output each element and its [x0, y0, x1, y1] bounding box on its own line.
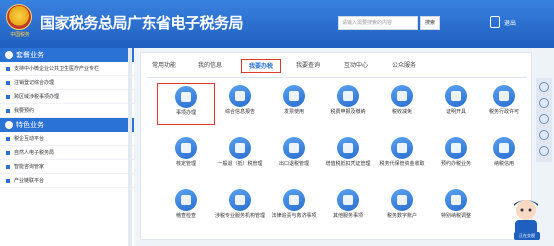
- export-icon: [283, 137, 305, 159]
- tab-my-info[interactable]: 我的信息: [193, 59, 227, 73]
- tile-label: 核定管理: [175, 161, 196, 167]
- phone-icon[interactable]: [539, 98, 549, 108]
- account-icon: [391, 189, 413, 211]
- tile-label: 事项办理: [175, 110, 196, 116]
- feedback-icon[interactable]: [539, 130, 549, 140]
- tile-export-refund[interactable]: 出口退税管理: [265, 135, 323, 177]
- tile-declare-pay[interactable]: 税费申报及缴纳: [319, 83, 377, 125]
- section-title: 特色业务: [16, 121, 44, 129]
- sidebar-item[interactable]: 我要预约: [0, 104, 134, 118]
- tab-query[interactable]: 我要查询: [291, 59, 325, 73]
- invoice-icon: [283, 85, 305, 107]
- voucher-icon: [337, 137, 359, 159]
- tile-legal-relief[interactable]: 法律追责与救济事项: [265, 187, 323, 229]
- gavel-icon: [283, 189, 305, 211]
- chat-icon[interactable]: [539, 82, 549, 92]
- tile-label: 税费申报及缴纳: [330, 109, 366, 115]
- sidebar: 套餐业务 支持中小微企业公共卫生医疗产业专栏 注销登记综合办理 跨区域涉税事项办…: [0, 48, 134, 246]
- license-icon: [493, 85, 515, 107]
- relief-icon: [391, 85, 413, 107]
- tile-refund[interactable]: 一般退（抵）税管理: [211, 135, 269, 177]
- certificate-icon: [445, 85, 467, 107]
- site-title: 国家税务总局广东省电子税务局: [40, 14, 244, 32]
- sidebar-item[interactable]: 注销登记综合办理: [0, 76, 134, 90]
- tile-label: 增值税抵扣凭证管理: [325, 161, 371, 167]
- inspection-icon: [175, 189, 197, 211]
- tab-interaction[interactable]: 互动中心: [339, 59, 373, 73]
- emblem-caption: 中国税务: [10, 32, 30, 38]
- tile-credit[interactable]: 纳税信用: [475, 135, 533, 177]
- tile-label: 税务数字账户: [386, 213, 417, 219]
- sidebar-item[interactable]: 税企互动平台: [0, 132, 134, 146]
- sidebar-item[interactable]: 支持中小微企业公共卫生医疗产业专栏: [0, 62, 134, 76]
- sidebar-item[interactable]: 智能咨询管家: [0, 160, 134, 174]
- qrcode-icon[interactable]: [539, 114, 549, 124]
- assessment-icon: [175, 137, 197, 159]
- declare-icon: [337, 85, 359, 107]
- sidebar-section-special[interactable]: 特色业务: [0, 118, 134, 132]
- tile-label: 综合信息报告: [224, 109, 255, 115]
- tile-info-report[interactable]: 综合信息报告: [211, 83, 269, 125]
- tile-label: 特别纳税调整: [440, 213, 471, 219]
- sidebar-item[interactable]: 跨区域涉税事项办理: [0, 90, 134, 104]
- tile-label: 税务代保管资金收取: [379, 161, 425, 167]
- package-icon: [5, 51, 13, 59]
- tile-label: 一般退（抵）税管理: [217, 161, 263, 167]
- tile-custody-fund[interactable]: 税务代保管资金收取: [373, 135, 431, 177]
- floating-toolbar: [536, 78, 552, 162]
- logout-icon[interactable]: [490, 16, 500, 28]
- tile-assessment[interactable]: 核定管理: [157, 135, 215, 177]
- tile-special-adjust[interactable]: 特别纳税调整: [427, 187, 485, 229]
- main-panel: 常用功能 我的信息 我要办税 我要查询 互动中心 公众服务 事项办理 综合信息报…: [140, 52, 532, 240]
- site-header: 中国税务 国家税务总局广东省电子税务局 请输入需要搜索的内容 搜索 退出: [0, 0, 554, 48]
- tile-label: 发票使用: [283, 109, 304, 115]
- report-icon: [229, 85, 251, 107]
- mascot-badge: 正在交税: [514, 232, 540, 240]
- search-button[interactable]: 搜索: [420, 16, 440, 30]
- tile-label: 税收减免: [391, 109, 412, 115]
- tax-emblem-icon: [6, 4, 32, 30]
- tile-label: 出口退税管理: [278, 161, 309, 167]
- tile-matter-handling[interactable]: 事项办理: [157, 83, 215, 125]
- tile-admin-license[interactable]: 税务行政许可: [475, 83, 533, 125]
- agency-icon: [229, 189, 251, 211]
- tab-public-service[interactable]: 公众服务: [387, 59, 421, 73]
- logout-link[interactable]: 退出: [504, 18, 516, 27]
- tile-vat-voucher[interactable]: 增值税抵扣凭证管理: [319, 135, 377, 177]
- credit-icon: [493, 137, 515, 159]
- tab-common[interactable]: 常用功能: [147, 59, 181, 73]
- adjust-icon: [445, 189, 467, 211]
- sidebar-item[interactable]: 产业链联平台: [0, 174, 134, 188]
- pencil-icon: [175, 86, 197, 108]
- tile-label: 法律追责与救济事项: [271, 213, 317, 219]
- tile-inspection[interactable]: 稽查检查: [157, 187, 215, 229]
- tile-label: 涉税专业服务机构管理: [214, 213, 265, 219]
- tile-tax-relief[interactable]: 税收减免: [373, 83, 431, 125]
- tab-divider: [147, 77, 527, 78]
- tile-label: 稽查检查: [175, 213, 196, 219]
- fund-icon: [391, 137, 413, 159]
- section-title: 套餐业务: [16, 51, 44, 59]
- tile-invoice[interactable]: 发票使用: [265, 83, 323, 125]
- clock-icon: [445, 137, 467, 159]
- tile-other-service[interactable]: 其他服务事项: [319, 187, 377, 229]
- sidebar-scrollbar[interactable]: [128, 48, 132, 246]
- other-service-icon: [337, 189, 359, 211]
- refund-icon: [229, 137, 251, 159]
- tile-digital-account[interactable]: 税务数字账户: [373, 187, 431, 229]
- special-icon: [5, 121, 13, 129]
- tile-label: 纳税信用: [493, 161, 514, 167]
- sidebar-item[interactable]: 自然人电子税务局: [0, 146, 134, 160]
- tile-label: 其他服务事项: [332, 213, 363, 219]
- tile-label: 税务行政许可: [488, 109, 519, 115]
- tab-tax-handling[interactable]: 我要办税: [241, 59, 281, 73]
- tile-agency[interactable]: 涉税专业服务机构管理: [211, 187, 269, 229]
- sidebar-section-package[interactable]: 套餐业务: [0, 48, 134, 62]
- top-icon[interactable]: [539, 146, 549, 156]
- search-input[interactable]: 请输入需要搜索的内容: [338, 16, 418, 30]
